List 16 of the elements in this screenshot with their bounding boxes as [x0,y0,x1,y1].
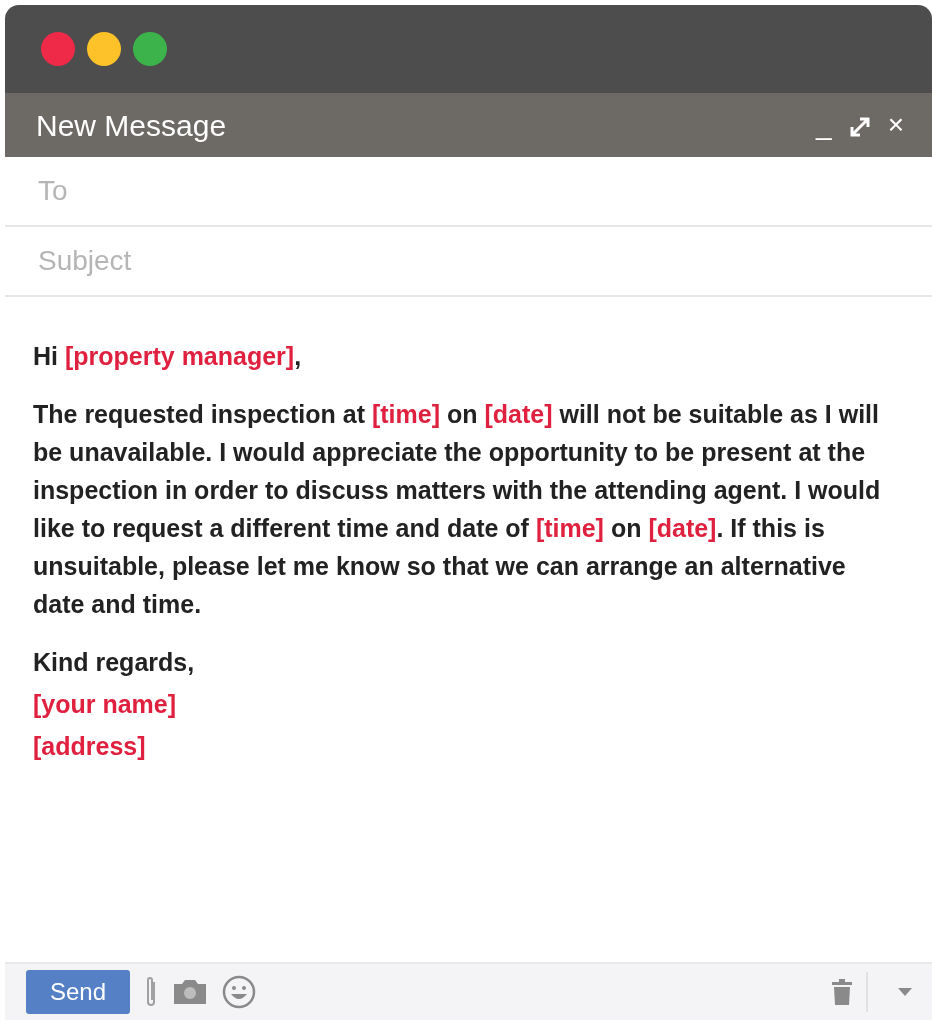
message-text: [your name] [33,689,178,720]
zoom-dot[interactable] [133,32,167,66]
dropdown-caret-icon[interactable] [898,988,912,996]
message-text: [address] [33,731,147,762]
message-text: Kind regards, [33,647,196,678]
close-button[interactable]: × [879,111,912,139]
message-text: The requested inspection at [time] on [date] will not be suitable as I will be unavailable. I would appreciate the opportunity to be present at the inspection in order to discuss matters with the attending agent. I would like to request a different time and date of [time] on [date]. If this is unsuitable, please let me know so that we can arrange an alternative date and time. [33,399,882,620]
camera-icon[interactable] [172,978,209,1006]
smiley-icon[interactable] [222,975,257,1009]
send-button[interactable]: Send [26,970,131,1014]
minimize-dot[interactable] [87,32,121,66]
message-text: Hi [property manager], [33,341,303,372]
minimize-button[interactable]: _ [808,111,840,139]
window-title: New Message [36,107,227,144]
close-dot[interactable] [41,32,75,66]
trash-icon[interactable] [832,979,852,1005]
